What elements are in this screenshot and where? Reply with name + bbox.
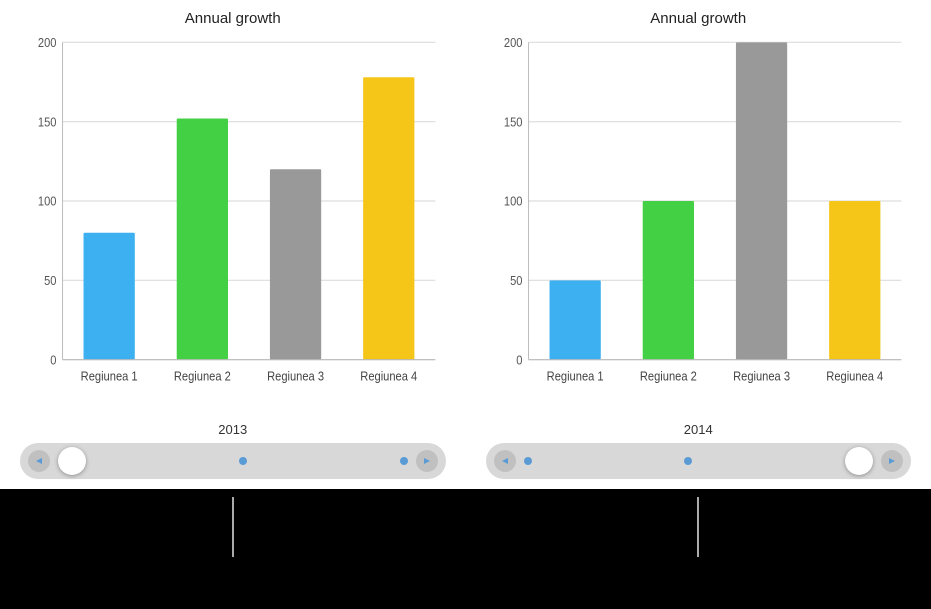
scrubber1-track: [50, 447, 416, 475]
svg-text:150: 150: [38, 115, 57, 130]
chart1-container: 0 50 100 150 200 Regiunea 1 Regiunea 2 Regiunea…: [20, 33, 446, 418]
chart2-container: 0 50 100 150 200 Regiunea 1 Regiunea 2 Regiunea…: [486, 33, 912, 418]
scrubber1-left-arrow[interactable]: [28, 450, 50, 472]
svg-text:Regiunea 4: Regiunea 4: [826, 369, 883, 384]
svg-text:Regiunea 3: Regiunea 3: [733, 369, 790, 384]
chart1-title: Annual growth: [185, 10, 281, 27]
callout-line-1: [20, 497, 446, 601]
callout-line-2: [486, 497, 912, 601]
scrubber1-dot-2: [400, 457, 408, 465]
scrubber-1: [20, 443, 446, 479]
svg-text:Regiunea 4: Regiunea 4: [360, 369, 417, 384]
scrubber2-track: [516, 447, 882, 475]
svg-text:50: 50: [44, 273, 57, 288]
bottom-black: [0, 489, 931, 609]
scrubber-row: [0, 443, 931, 489]
svg-text:Regiunea 2: Regiunea 2: [639, 369, 696, 384]
scrubber1-thumb[interactable]: [58, 447, 86, 475]
chart2-year: 2014: [684, 422, 713, 437]
scrubber2-left-arrow[interactable]: [494, 450, 516, 472]
svg-text:50: 50: [510, 273, 523, 288]
scrubber2-right-arrow[interactable]: [881, 450, 903, 472]
scrubber2-thumb[interactable]: [845, 447, 873, 475]
svg-text:150: 150: [503, 115, 522, 130]
scrubber2-dot-2: [684, 457, 692, 465]
svg-text:Regiunea 2: Regiunea 2: [174, 369, 231, 384]
chart-panel-2: Annual growth 0 50 100 150 200 Regiunea 1 Regi…: [486, 10, 912, 443]
svg-text:Regiunea 3: Regiunea 3: [267, 369, 324, 384]
scrubber1-right-arrow[interactable]: [416, 450, 438, 472]
chart-panel-1: Annual growth 0 50 100 150 200 Regiunea 1 Regi…: [20, 10, 446, 443]
svg-text:Regiunea 1: Regiunea 1: [546, 369, 603, 384]
svg-text:100: 100: [503, 194, 522, 209]
scrubber1-dot-1: [239, 457, 247, 465]
chart1-svg: 0 50 100 150 200 Regiunea 1 Regiunea 2 Regiunea…: [20, 33, 446, 418]
chart2-title: Annual growth: [650, 10, 746, 27]
svg-text:200: 200: [38, 35, 57, 50]
callout-line-2-inner: [697, 497, 699, 557]
scrubber-2: [486, 443, 912, 479]
svg-text:100: 100: [38, 194, 57, 209]
callout-line-1-inner: [232, 497, 234, 557]
chart1-year: 2013: [218, 422, 247, 437]
chart2-svg: 0 50 100 150 200 Regiunea 1 Regiunea 2 Regiunea…: [486, 33, 912, 418]
svg-text:0: 0: [50, 353, 56, 368]
scrubber2-dot-1: [524, 457, 532, 465]
svg-text:Regiunea 1: Regiunea 1: [81, 369, 138, 384]
svg-text:200: 200: [503, 35, 522, 50]
svg-text:0: 0: [516, 353, 522, 368]
